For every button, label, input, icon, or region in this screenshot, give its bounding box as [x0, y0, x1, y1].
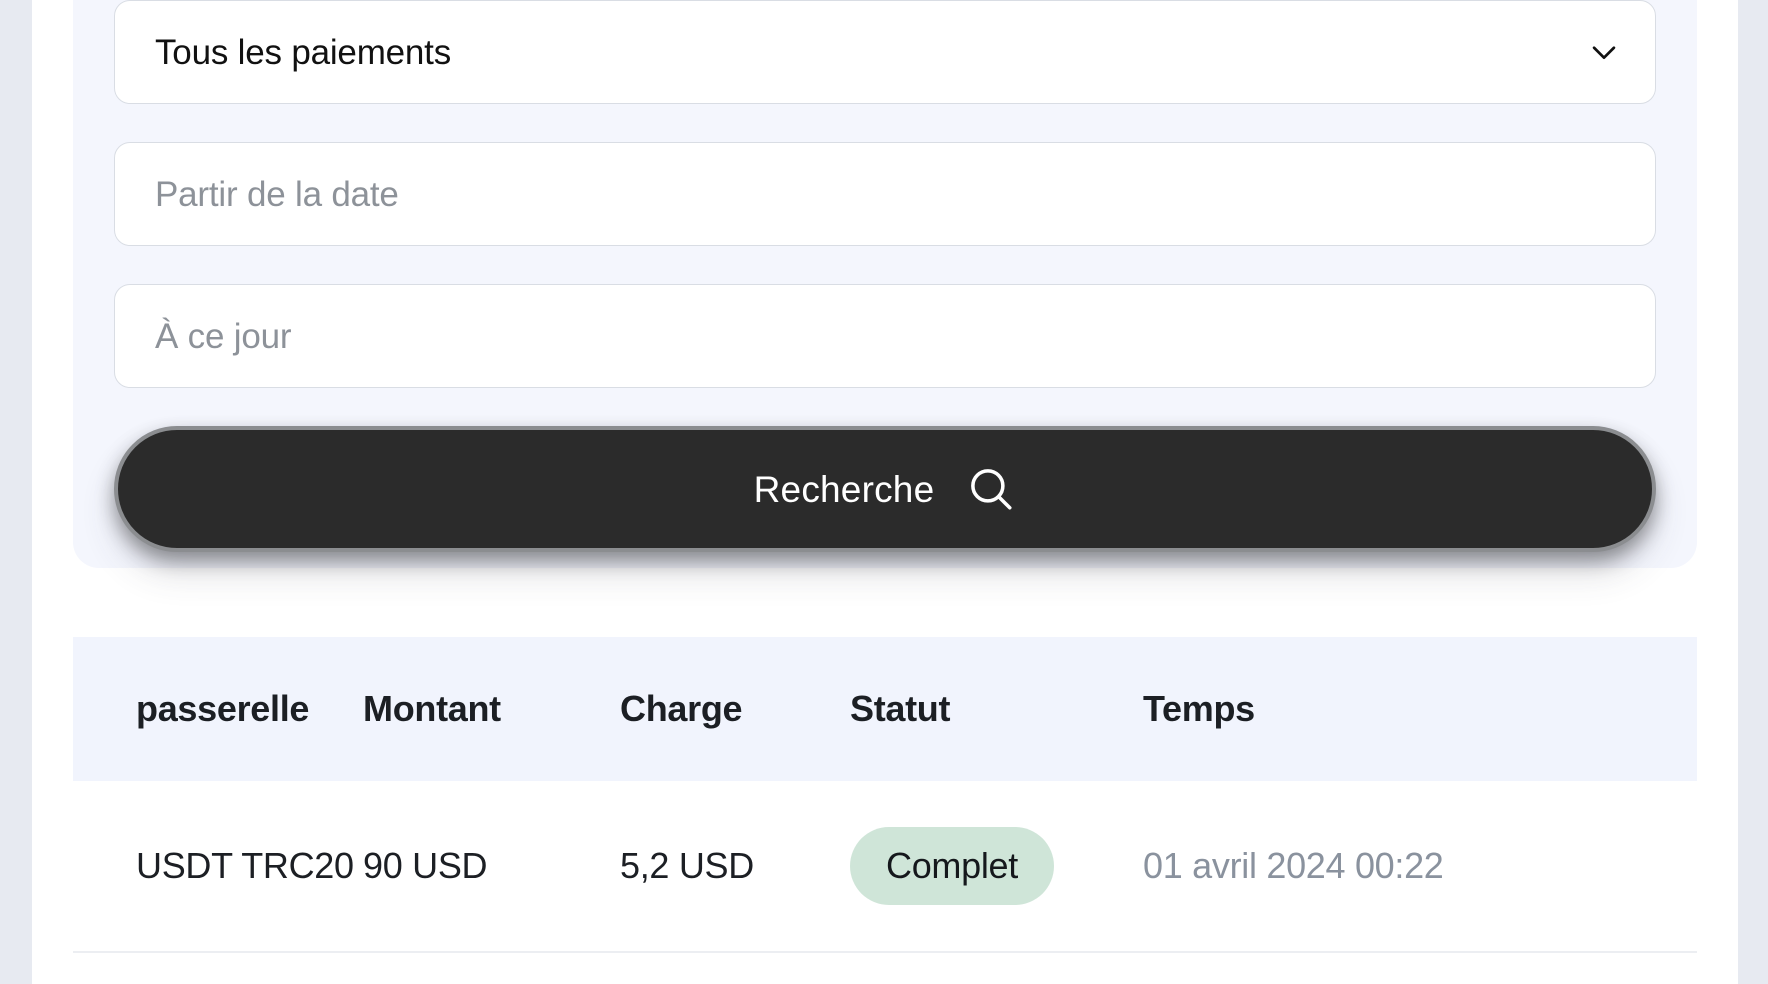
cell-status: Complet: [850, 827, 1143, 905]
date-from-field[interactable]: Partir de la date: [114, 142, 1656, 246]
page-gutter-right: [1738, 0, 1768, 984]
column-header-time: Temps: [1143, 688, 1255, 729]
chevron-down-icon[interactable]: [1587, 35, 1621, 69]
column-header-amount: Montant: [363, 688, 501, 729]
table-row[interactable]: USDT TRC20 90 USD 5,2 USD Complet 01 avr…: [73, 781, 1697, 953]
page-gutter-left: [0, 0, 32, 984]
payments-table: passerelle Montant Charge Statut Temps U…: [73, 637, 1697, 953]
payment-type-select-value: Tous les paiements: [155, 32, 452, 72]
payment-filter-card: Tous les paiements Partir de la date À c…: [73, 0, 1697, 568]
date-to-field[interactable]: À ce jour: [114, 284, 1656, 388]
payment-type-select[interactable]: Tous les paiements: [114, 0, 1656, 104]
table-header-row: passerelle Montant Charge Statut Temps: [73, 637, 1697, 781]
page-content: Tous les paiements Partir de la date À c…: [32, 0, 1738, 984]
date-from-placeholder: Partir de la date: [155, 174, 399, 214]
search-button-label: Recherche: [753, 468, 935, 510]
status-badge: Complet: [850, 827, 1054, 905]
column-header-charge: Charge: [620, 688, 743, 729]
cell-charge: 5,2 USD: [620, 845, 754, 886]
timestamp-text: 01 avril 2024 00:22: [1143, 845, 1444, 886]
cell-gateway: USDT TRC20: [136, 845, 354, 886]
column-header-gateway: passerelle: [136, 688, 310, 729]
search-button[interactable]: Recherche: [114, 426, 1656, 552]
cell-amount: 90 USD: [363, 845, 488, 886]
column-header-status: Statut: [850, 688, 951, 729]
date-to-placeholder: À ce jour: [155, 316, 292, 356]
cell-time: 01 avril 2024 00:22: [1143, 845, 1603, 887]
search-icon: [971, 469, 1012, 510]
